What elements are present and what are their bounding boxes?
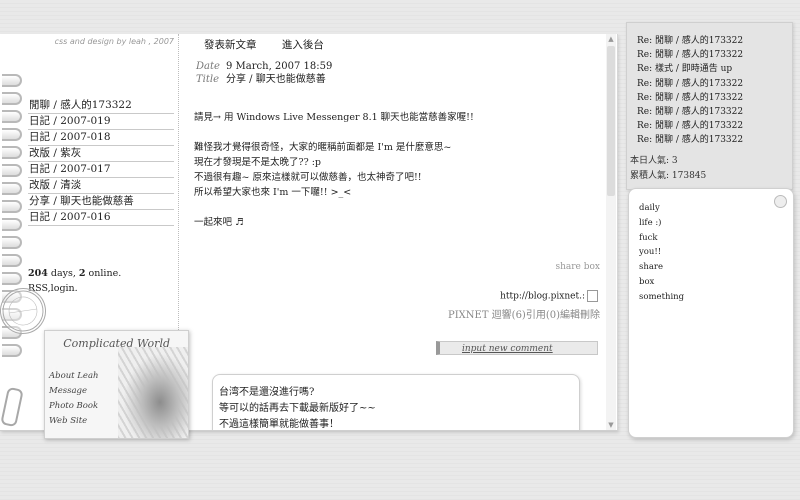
ring-icon: [2, 344, 22, 357]
about-link[interactable]: About Leah: [49, 369, 99, 384]
design-credit: css and design by leah , 2007: [54, 37, 174, 46]
tag-item[interactable]: life :): [639, 216, 684, 231]
share-box[interactable]: share box: [555, 262, 600, 272]
card-links: About Leah Message Photo Book Web Site: [49, 369, 99, 429]
recent-comment-item[interactable]: Re: 閒聊 / 感人的173322: [637, 48, 743, 62]
category-item[interactable]: 日記 / 2007-019: [28, 114, 174, 130]
post-meta: Date 9 March, 2007 18:59 Title 分享 / 聊天也能做慈…: [196, 60, 332, 86]
top-nav: 發表新文章 進入後台: [204, 37, 346, 52]
days-count: 204: [28, 268, 48, 279]
document-icon[interactable]: [587, 290, 598, 302]
recent-comments-panel: Re: 閒聊 / 感人的173322 Re: 閒聊 / 感人的173322 Re…: [626, 22, 793, 190]
content-scrollbar[interactable]: ▲ ▼: [606, 34, 616, 430]
tag-list: daily life :) fuck you!! share box somet…: [639, 201, 684, 305]
today-visitors: 本日人氣: 3: [630, 156, 678, 166]
post-title: 分享 / 聊天也能做慈善: [226, 74, 326, 85]
ring-icon: [2, 110, 22, 123]
comment-line: 台湾不是還沒進行嗎?: [219, 387, 315, 398]
post-content: 發表新文章 進入後台 Date 9 March, 2007 18:59 Title…: [180, 34, 604, 430]
message-link[interactable]: Message: [49, 384, 99, 399]
ring-icon: [2, 146, 22, 159]
ring-icon: [2, 164, 22, 177]
title-label: Title: [196, 74, 220, 85]
permalink[interactable]: http://blog.pixnet.:: [500, 290, 598, 302]
ring-icon: [2, 218, 22, 231]
tag-item[interactable]: you!!: [639, 245, 684, 260]
category-item[interactable]: 日記 / 2007-018: [28, 130, 174, 146]
pin-icon: [774, 195, 787, 208]
ring-icon: [2, 200, 22, 213]
backend-link[interactable]: 進入後台: [282, 39, 324, 51]
tag-item[interactable]: fuck: [639, 231, 684, 246]
scroll-up-icon[interactable]: ▲: [606, 34, 616, 44]
tag-item[interactable]: box: [639, 275, 684, 290]
scroll-down-icon[interactable]: ▼: [606, 420, 616, 430]
recent-comment-item[interactable]: Re: 閒聊 / 感人的173322: [637, 91, 743, 105]
post-body: 請見→ 用 Windows Live Messenger 8.1 聊天也能當慈善…: [194, 110, 598, 230]
online-label: online.: [85, 268, 122, 279]
category-item[interactable]: 改版 / 清淡: [28, 178, 174, 194]
permalink-url[interactable]: http://blog.pixnet.:: [500, 292, 585, 302]
ring-icon: [2, 272, 22, 285]
category-list: 閒聊 / 感人的173322 日記 / 2007-019 日記 / 2007-0…: [28, 98, 174, 226]
ring-icon: [2, 182, 22, 195]
web-site-link[interactable]: Web Site: [49, 414, 99, 429]
recent-comment-item[interactable]: Re: 閒聊 / 感人的173322: [637, 133, 743, 147]
post-ending: 一起來吧 ♬: [194, 217, 244, 228]
scroll-thumb[interactable]: [607, 46, 615, 196]
ring-icon: [2, 128, 22, 141]
ring-icon: [2, 74, 22, 87]
post-paragraph: 不過很有趣~ 原來這樣就可以做慈善，也太神奇了吧!!: [194, 172, 422, 183]
post-tools[interactable]: PIXNET 迴響(6)引用(0)編輯刪除: [448, 306, 600, 321]
stamp-icon: [2, 290, 44, 332]
ring-icon: [2, 92, 22, 105]
comment-line: 等可以的話再去下載最新版好了~~: [219, 403, 376, 414]
recent-comment-item[interactable]: Re: 閒聊 / 感人的173322: [637, 119, 743, 133]
tags-panel: daily life :) fuck you!! share box somet…: [628, 188, 794, 438]
photo-book-link[interactable]: Photo Book: [49, 399, 99, 414]
card-artwork: [118, 347, 188, 438]
recent-comment-item[interactable]: Re: 閒聊 / 感人的173322: [637, 34, 743, 48]
post-date: 9 March, 2007 18:59: [226, 61, 333, 72]
category-item[interactable]: 閒聊 / 感人的173322: [28, 98, 174, 114]
category-item[interactable]: 日記 / 2007-016: [28, 210, 174, 226]
comment-line: 不過這樣簡單就能做善事！: [219, 419, 339, 430]
tag-item[interactable]: something: [639, 290, 684, 305]
postmark-stamp: [0, 285, 49, 337]
new-comment-button[interactable]: input new comment: [436, 341, 598, 355]
date-label: Date: [196, 61, 220, 72]
post-paragraph: 現在才發現是不是太晚了?? :p: [194, 157, 321, 168]
comment-box: 台湾不是還沒進行嗎? 等可以的話再去下載最新版好了~~ 不過這樣簡單就能做善事！: [212, 374, 580, 430]
profile-card: Complicated World About Leah Message Pho…: [44, 330, 189, 439]
recent-comment-item[interactable]: Re: 樣式 / 即時通告 up: [637, 62, 743, 76]
online-count: 2: [78, 268, 86, 279]
tag-item[interactable]: share: [639, 260, 684, 275]
category-item[interactable]: 分享 / 聊天也能做慈善: [28, 194, 174, 210]
recent-comments-list: Re: 閒聊 / 感人的173322 Re: 閒聊 / 感人的173322 Re…: [637, 34, 743, 148]
post-paragraph: 難怪我才覺得很奇怪，大家的暱稱前面都是 I'm 是什麼意思~: [194, 142, 452, 153]
category-item[interactable]: 改版 / 紫灰: [28, 146, 174, 162]
tag-item[interactable]: daily: [639, 201, 684, 216]
recent-comment-item[interactable]: Re: 閒聊 / 感人的173322: [637, 77, 743, 91]
ring-icon: [2, 236, 22, 249]
total-visitors: 累積人氣: 173845: [630, 171, 707, 181]
category-item[interactable]: 日記 / 2007-017: [28, 162, 174, 178]
post-paragraph: 所以希望大家也來 I'm 一下囉!! >_<: [194, 187, 352, 198]
visitor-counts: 本日人氣: 3 累積人氣: 173845: [630, 154, 706, 184]
post-lead: 請見→ 用 Windows Live Messenger 8.1 聊天也能當慈善…: [194, 112, 474, 123]
new-post-link[interactable]: 發表新文章: [204, 39, 257, 51]
ring-icon: [2, 254, 22, 267]
recent-comment-item[interactable]: Re: 閒聊 / 感人的173322: [637, 105, 743, 119]
days-label: days,: [47, 268, 79, 279]
card-title: Complicated World: [63, 337, 170, 350]
